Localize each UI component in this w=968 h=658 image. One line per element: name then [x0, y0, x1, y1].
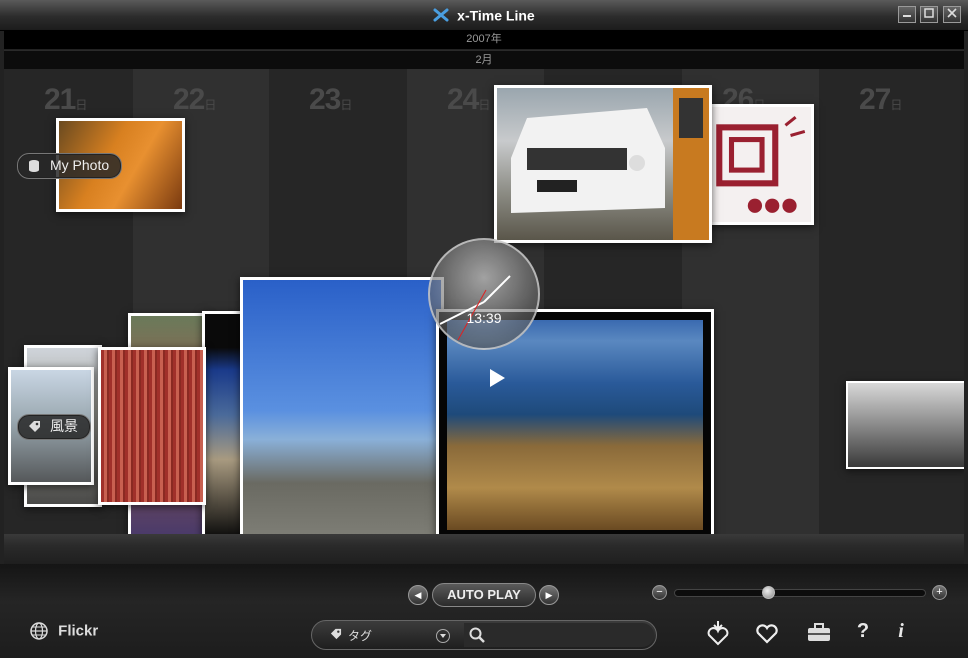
previous-button[interactable]: ◀ [408, 585, 428, 605]
car-graphic [511, 88, 709, 240]
maximize-icon [924, 8, 934, 18]
window-title: x-Time Line [457, 7, 535, 24]
autoplay-button[interactable]: AUTO PLAY [432, 583, 536, 607]
nhk-sign-graphic [716, 115, 806, 213]
photo-thumbnail[interactable] [706, 104, 814, 225]
globe-icon [30, 622, 48, 640]
photo-image [205, 314, 241, 534]
timeline-scroll-strip[interactable] [4, 534, 964, 564]
search-icon[interactable] [469, 627, 485, 643]
download-heart-icon [707, 621, 729, 646]
close-button[interactable] [943, 6, 961, 23]
title-group: x-Time Line [0, 6, 968, 23]
search-bar: タグ [311, 620, 657, 650]
minimize-button[interactable] [898, 6, 916, 23]
zoom-out-icon: − [656, 586, 663, 598]
scenery-tag-text: 風景 [50, 418, 78, 434]
minimize-icon [903, 15, 911, 17]
year-label[interactable]: 2007年 [4, 30, 964, 49]
clock-hands-icon [439, 275, 511, 341]
database-icon [29, 160, 39, 172]
photo-image [497, 88, 709, 240]
video-image [447, 320, 703, 530]
title-bar[interactable]: x-Time Line [0, 0, 968, 31]
photo-thumbnail[interactable] [494, 85, 712, 243]
zoom-slider[interactable]: − + [652, 584, 948, 602]
day-label: 27日 [859, 83, 902, 116]
photo-image [848, 383, 964, 467]
flickr-label: Flickr [58, 622, 99, 640]
zoom-track[interactable] [674, 589, 926, 597]
toolbox-button[interactable] [806, 620, 832, 646]
tag-icon [330, 628, 342, 640]
app-window: x-Time Line 2007年 2月 21日 22日 23日 24日 25日… [0, 0, 968, 658]
zoom-in-icon: + [936, 586, 943, 598]
photo-thumbnail[interactable] [846, 381, 964, 469]
scenery-tag-label[interactable]: 風景 [17, 414, 91, 440]
help-button[interactable]: ? [850, 620, 876, 646]
toolbox-icon [808, 623, 830, 641]
search-input[interactable] [464, 623, 654, 647]
day-label: 22日 [173, 83, 216, 116]
heart-icon [756, 624, 778, 644]
tag-select[interactable]: タグ [330, 627, 373, 644]
photo-image [243, 280, 441, 534]
photo-thumbnail[interactable] [98, 347, 206, 505]
maximize-button[interactable] [920, 6, 938, 23]
download-favorite-button[interactable] [705, 620, 731, 646]
my-photo-label: My Photo [50, 157, 110, 173]
zoom-in-button[interactable]: + [932, 585, 947, 600]
flickr-button[interactable]: Flickr [30, 622, 98, 640]
help-icon: ? [856, 620, 870, 642]
close-icon [947, 8, 957, 18]
day-label: 23日 [309, 83, 352, 116]
next-arrow-icon: ▶ [545, 590, 553, 600]
my-photo-source-label[interactable]: My Photo [17, 153, 123, 179]
photo-thumbnail[interactable] [240, 277, 444, 534]
info-icon: i [898, 620, 904, 642]
favorite-button[interactable] [754, 620, 780, 646]
autoplay-control: ◀ AUTO PLAY ▶ [408, 583, 560, 607]
next-button[interactable]: ▶ [539, 585, 559, 605]
play-icon[interactable] [487, 368, 507, 388]
tag-icon [29, 421, 40, 432]
zoom-thumb[interactable] [762, 586, 776, 599]
month-label[interactable]: 2月 [4, 50, 964, 69]
tag-select-label: タグ [348, 629, 373, 643]
previous-arrow-icon: ◀ [414, 590, 422, 600]
photo-image [101, 350, 203, 502]
info-button[interactable]: i [888, 620, 914, 646]
clock-dial[interactable]: 13:39 [428, 238, 540, 350]
photo-thumbnail[interactable] [202, 311, 244, 534]
chevron-down-icon [440, 634, 446, 638]
clock-time: 13:39 [466, 310, 502, 326]
zoom-out-button[interactable]: − [652, 585, 667, 600]
day-label: 21日 [44, 83, 87, 116]
app-logo-icon [433, 8, 449, 22]
dropdown-button[interactable] [436, 629, 450, 643]
photo-image [709, 107, 811, 222]
